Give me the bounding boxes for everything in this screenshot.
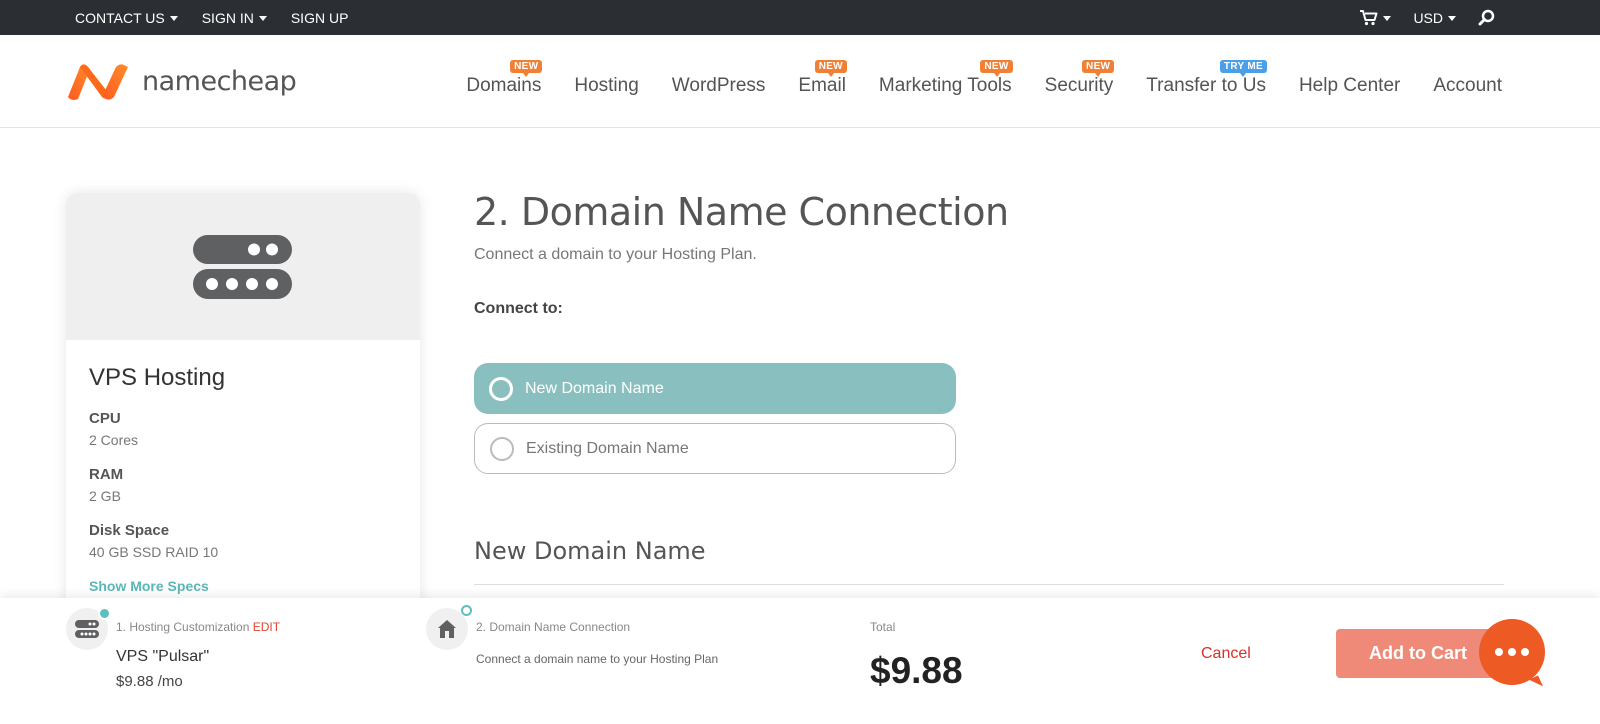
nav-email-label: Email	[798, 75, 846, 96]
option-existing-domain-label: Existing Domain Name	[526, 439, 689, 457]
cart-menu[interactable]	[1359, 9, 1392, 26]
nav-marketing-tools-label: Marketing Tools	[878, 75, 1012, 96]
logo-wordmark: namecheap	[142, 65, 297, 97]
nav-email[interactable]: Email NEW	[798, 60, 847, 97]
show-more-specs-link[interactable]: Show More Specs	[89, 578, 397, 594]
order-summary-bar: 1. Hosting Customization EDIT VPS "Pulsa…	[0, 598, 1600, 724]
nav-wordpress-label: WordPress	[671, 75, 766, 96]
sign-up-label: SIGN UP	[290, 9, 349, 26]
nav-security[interactable]: Security NEW	[1044, 60, 1115, 97]
spec-ram: RAM 2 GB	[89, 466, 397, 504]
main-nav: Domains NEW Hosting WordPress Email NEW …	[466, 60, 1502, 97]
check-icon	[98, 607, 111, 620]
card-body: VPS Hosting CPU 2 Cores RAM 2 GB Disk Sp…	[66, 340, 420, 618]
total-value: $9.88	[870, 650, 963, 691]
currency-menu[interactable]: USD	[1413, 10, 1456, 26]
connect-to-label: Connect to:	[474, 300, 563, 317]
nav-help-center-label: Help Center	[1298, 75, 1401, 96]
total-label: Total	[870, 620, 896, 634]
domain-connection-section: 2. Domain Name Connection Connect a doma…	[474, 190, 1504, 585]
plan-name: VPS "Pulsar"	[116, 648, 210, 665]
radio-unselected[interactable]	[490, 436, 514, 461]
radio-selected[interactable]	[489, 376, 513, 401]
pending-ring-icon	[461, 605, 472, 616]
new-badge: NEW	[1082, 60, 1115, 77]
contact-us-menu[interactable]: CONTACT US	[75, 10, 178, 26]
spec-label: CPU	[89, 410, 121, 427]
main-header: namecheap Domains NEW Hosting WordPress …	[0, 35, 1600, 128]
step1-title: 1. Hosting Customization	[116, 620, 250, 634]
nav-marketing-tools[interactable]: Marketing Tools NEW	[878, 60, 1013, 97]
search-icon	[1478, 9, 1495, 26]
new-badge: NEW	[510, 60, 543, 77]
server-icon	[75, 620, 99, 638]
server-icon	[193, 235, 292, 299]
chevron-down-icon	[1383, 16, 1392, 21]
sign-in-label: SIGN IN	[201, 9, 254, 26]
step2-label: 2. Domain Name Connection	[476, 620, 631, 634]
spec-value: 40 GB SSD RAID 10	[89, 544, 219, 560]
nav-security-label: Security	[1044, 75, 1114, 96]
step2-description: Connect a domain name to your Hosting Pl…	[476, 652, 719, 666]
spec-disk-space: Disk Space 40 GB SSD RAID 10	[89, 522, 397, 560]
cancel-button[interactable]: Cancel	[1201, 645, 1251, 663]
page-title: 2. Domain Name Connection	[474, 190, 1009, 234]
step1-status	[66, 607, 111, 650]
sign-in-menu[interactable]: SIGN IN	[202, 10, 267, 26]
try-me-badge: TRY ME	[1219, 60, 1267, 77]
search-button[interactable]	[1478, 9, 1495, 26]
contact-us-label: CONTACT US	[75, 9, 165, 26]
nav-transfer-to-us[interactable]: Transfer to Us TRY ME	[1146, 60, 1267, 97]
namecheap-logo-icon	[68, 64, 128, 100]
currency-label: USD	[1413, 9, 1443, 26]
card-title: VPS Hosting	[89, 364, 226, 391]
step2-status	[426, 605, 472, 650]
new-badge: NEW	[814, 60, 847, 77]
add-to-cart-label: Add to Cart	[1369, 643, 1467, 663]
nav-domains[interactable]: Domains NEW	[466, 60, 543, 97]
nav-transfer-label: Transfer to Us	[1146, 75, 1266, 96]
live-chat-button[interactable]	[1479, 619, 1545, 685]
spec-cpu: CPU 2 Cores	[89, 410, 397, 448]
top-utility-bar: CONTACT US SIGN IN SIGN UP USD	[0, 0, 1600, 35]
namecheap-logo[interactable]: namecheap	[66, 61, 297, 101]
new-domain-section-title: New Domain Name	[474, 537, 706, 565]
edit-step1-link[interactable]: EDIT	[253, 620, 280, 634]
nav-hosting[interactable]: Hosting	[574, 75, 638, 97]
card-image-area	[66, 193, 420, 340]
sign-up-link[interactable]: SIGN UP	[291, 10, 349, 26]
chat-dot-icon	[1495, 648, 1503, 656]
nav-wordpress[interactable]: WordPress	[672, 75, 766, 97]
nav-hosting-label: Hosting	[574, 75, 639, 96]
section-divider	[474, 584, 1504, 585]
cart-icon	[1360, 10, 1378, 26]
chat-dot-icon	[1521, 648, 1529, 656]
spec-label: RAM	[89, 466, 124, 483]
plan-price: $9.88 /mo	[116, 673, 183, 690]
product-summary-card: VPS Hosting CPU 2 Cores RAM 2 GB Disk Sp…	[66, 193, 420, 633]
home-icon	[438, 620, 456, 638]
spec-value: 2 GB	[89, 488, 121, 504]
new-badge: NEW	[980, 60, 1013, 77]
option-new-domain[interactable]: New Domain Name	[474, 363, 956, 414]
nav-domains-label: Domains	[466, 75, 542, 96]
chevron-down-icon	[258, 16, 267, 21]
chevron-down-icon	[169, 16, 178, 21]
spec-value: 2 Cores	[89, 432, 139, 448]
option-existing-domain[interactable]: Existing Domain Name	[474, 423, 956, 474]
step1-label: 1. Hosting Customization EDIT	[116, 620, 280, 634]
nav-help-center[interactable]: Help Center	[1299, 75, 1400, 97]
nav-account[interactable]: Account	[1433, 75, 1502, 97]
page-subtitle: Connect a domain to your Hosting Plan.	[474, 246, 757, 263]
option-new-domain-label: New Domain Name	[525, 379, 664, 397]
spec-label: Disk Space	[89, 522, 170, 539]
chat-dot-icon	[1508, 648, 1516, 656]
chevron-down-icon	[1448, 16, 1456, 21]
nav-account-label: Account	[1433, 75, 1502, 96]
